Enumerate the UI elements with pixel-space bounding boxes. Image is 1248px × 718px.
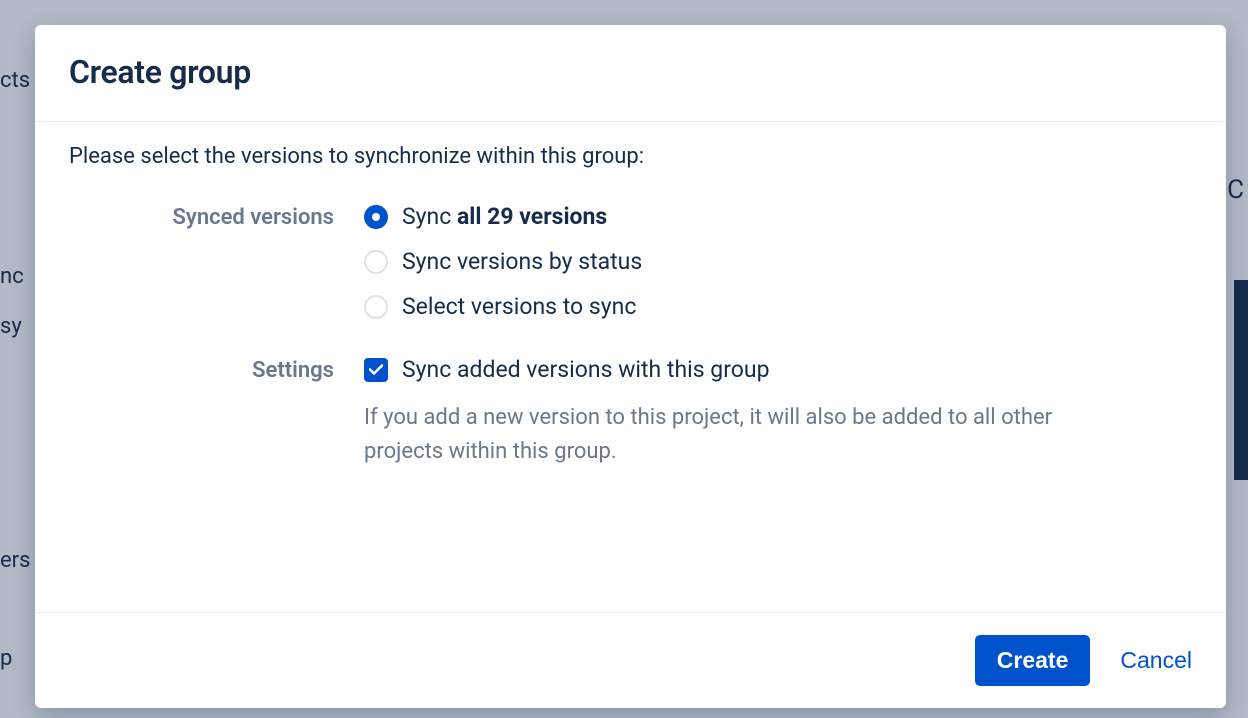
checkbox-icon xyxy=(364,358,388,382)
create-group-modal: Create group Please select the versions … xyxy=(35,25,1226,708)
bg-text: ers xyxy=(0,548,30,573)
modal-body: Please select the versions to synchroniz… xyxy=(35,122,1226,612)
check-icon xyxy=(369,364,383,375)
bg-text: sy xyxy=(0,314,22,339)
bg-text: cts xyxy=(0,68,30,93)
bg-text: C xyxy=(1227,175,1244,205)
bg-text: p xyxy=(0,646,12,671)
radio-icon xyxy=(364,295,388,319)
radio-icon xyxy=(364,205,388,229)
checkbox-sync-added-label: Sync added versions with this group xyxy=(402,356,769,383)
settings-row: Settings Sync added versions with this g… xyxy=(69,356,1192,469)
settings-label: Settings xyxy=(252,358,334,383)
radio-sync-by-status[interactable]: Sync versions by status xyxy=(364,248,1192,275)
form-label-col: Synced versions xyxy=(69,203,364,230)
modal-title: Create group xyxy=(69,53,1192,91)
intro-text: Please select the versions to synchroniz… xyxy=(69,144,1192,169)
radio-sync-all[interactable]: Sync all 29 versions xyxy=(364,203,1192,230)
radio-prefix: Sync xyxy=(402,203,457,230)
modal-footer: Create Cancel xyxy=(35,612,1226,708)
synced-versions-options: Sync all 29 versions Sync versions by st… xyxy=(364,203,1192,320)
radio-select-label: Select versions to sync xyxy=(402,293,636,320)
radio-select-versions[interactable]: Select versions to sync xyxy=(364,293,1192,320)
radio-by-status-label: Sync versions by status xyxy=(402,248,642,275)
radio-dot xyxy=(372,213,380,221)
synced-versions-label: Synced versions xyxy=(172,205,334,230)
create-button[interactable]: Create xyxy=(975,635,1091,686)
radio-icon xyxy=(364,250,388,274)
form-label-col: Settings xyxy=(69,356,364,383)
bg-bar xyxy=(1234,280,1248,480)
synced-versions-row: Synced versions Sync all 29 versions Syn… xyxy=(69,203,1192,320)
bg-text: nc xyxy=(0,264,24,289)
modal-header: Create group xyxy=(35,25,1226,122)
checkbox-sync-added[interactable]: Sync added versions with this group xyxy=(364,356,1192,383)
settings-controls: Sync added versions with this group If y… xyxy=(364,356,1192,469)
radio-bold: all 29 versions xyxy=(457,203,607,230)
cancel-button[interactable]: Cancel xyxy=(1116,635,1196,686)
radio-sync-all-label: Sync all 29 versions xyxy=(402,203,607,230)
settings-help-text: If you add a new version to this project… xyxy=(364,401,1124,469)
